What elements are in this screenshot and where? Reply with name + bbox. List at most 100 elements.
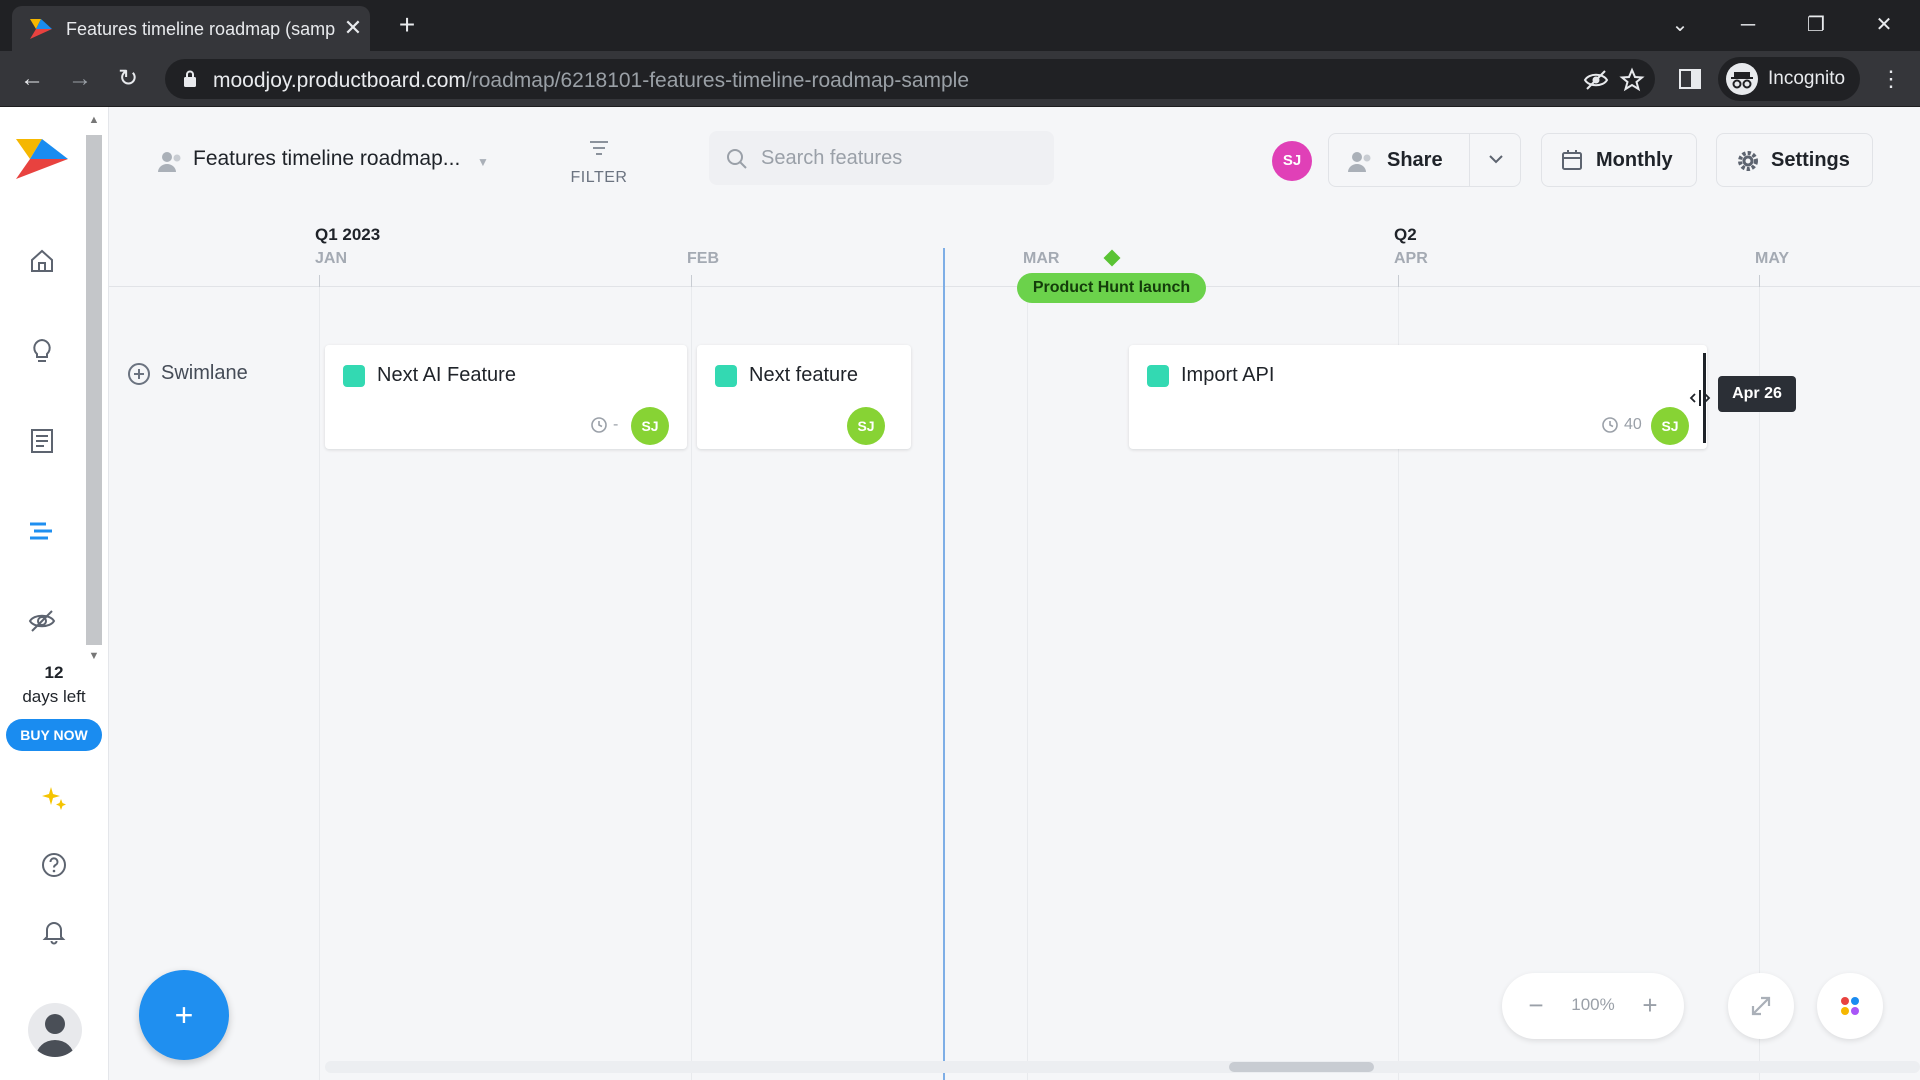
month-tick [1759, 275, 1760, 287]
horizontal-scrollbar[interactable] [325, 1061, 1920, 1073]
sidebar-scroll-thumb[interactable] [86, 135, 102, 645]
clock-icon [591, 417, 607, 433]
sidebar-scrollbar[interactable]: ▲ ▼ [84, 113, 104, 665]
horizontal-scroll-thumb[interactable] [1229, 1062, 1374, 1072]
fullscreen-button[interactable] [1728, 973, 1794, 1039]
status-dot [715, 365, 737, 387]
month-tick [1398, 275, 1399, 287]
search-icon [727, 149, 747, 169]
settings-button[interactable]: Settings [1716, 133, 1873, 187]
feature-title: Next AI Feature [377, 364, 516, 386]
month-label: APR [1394, 250, 1428, 267]
zoom-out-button[interactable]: − [1518, 987, 1554, 1023]
month-label: FEB [687, 250, 719, 267]
plus-circle-icon [128, 363, 150, 385]
zoom-in-button[interactable]: + [1632, 987, 1668, 1023]
gear-icon [1738, 151, 1758, 171]
lightbulb-icon[interactable] [26, 335, 58, 367]
browser-tab[interactable]: Features timeline roadmap (sample) ✕ [12, 6, 370, 51]
feature-card[interactable]: Import API 40 SJ [1129, 345, 1707, 449]
side-panel-icon[interactable] [1678, 67, 1702, 91]
milestone-label[interactable]: Product Hunt launch [1017, 273, 1206, 303]
app-sidebar: ▲ ▼ 12 days left BUY NOW [0, 107, 109, 1080]
filter-button[interactable]: FILTER [559, 133, 639, 193]
forward-icon[interactable]: → [64, 63, 96, 95]
tab-search-icon[interactable]: ⌄ [1660, 8, 1700, 42]
new-tab-icon[interactable]: + [392, 10, 422, 40]
timeline-area: Q1 2023 Q2 JAN FEB MAR APR MAY Product H… [109, 215, 1920, 1080]
roadmap-header: Features timeline roadmap... ▼ FILTER SJ… [109, 107, 1920, 215]
browser-tab-bar: Features timeline roadmap (sample) ✕ + ⌄… [0, 0, 1920, 51]
status-dot [1147, 365, 1169, 387]
quarter-label: Q2 [1394, 225, 1417, 244]
scroll-down-icon[interactable]: ▼ [84, 649, 104, 663]
help-icon[interactable] [38, 849, 70, 881]
back-icon[interactable]: ← [16, 63, 48, 95]
hidden-icon[interactable] [26, 605, 58, 637]
add-swimlane-button[interactable]: Swimlane [127, 359, 277, 389]
chevron-down-icon[interactable] [1483, 146, 1509, 172]
restore-icon[interactable]: ❐ [1796, 8, 1836, 42]
incognito-profile-button[interactable]: Incognito [1718, 57, 1860, 101]
assignee-avatar[interactable]: SJ [847, 407, 885, 445]
grid-line [319, 287, 320, 1080]
trial-days-count: 12 [44, 663, 64, 682]
filter-label: FILTER [570, 169, 628, 186]
effort-value: 40 [1624, 416, 1642, 433]
feature-card[interactable]: Next AI Feature - SJ [325, 345, 687, 449]
chevron-down-icon[interactable]: ▼ [477, 155, 489, 169]
status-dot [343, 365, 365, 387]
month-label: JAN [315, 250, 348, 267]
lock-icon [184, 70, 196, 87]
feature-card[interactable]: Next feature SJ [697, 345, 911, 449]
close-window-icon[interactable]: ✕ [1864, 8, 1904, 42]
add-feature-button[interactable]: + [139, 970, 229, 1060]
grid-line [691, 287, 692, 1080]
timeline-header: Q1 2023 Q2 JAN FEB MAR APR MAY [109, 215, 1920, 287]
month-label: MAY [1755, 250, 1790, 267]
minimize-icon[interactable]: ─ [1728, 8, 1768, 42]
url-text: moodjoy.productboard.com/roadmap/6218101… [213, 69, 970, 92]
resize-cursor-icon [1689, 390, 1711, 406]
share-button[interactable]: Share [1328, 133, 1521, 187]
user-avatar-icon[interactable] [28, 1003, 82, 1057]
apps-button[interactable] [1817, 973, 1883, 1039]
buy-now-button[interactable]: BUY NOW [6, 719, 102, 751]
browser-toolbar: ← → ↻ moodjoy.productboard.com/roadmap/6… [0, 51, 1920, 107]
settings-label: Settings [1771, 149, 1850, 171]
today-marker-line [943, 248, 945, 1080]
star-icon[interactable] [1619, 67, 1645, 93]
roadmap-icon[interactable] [26, 515, 58, 547]
apps-grid-icon [1841, 997, 1859, 1015]
quarter-label: Q1 2023 [315, 225, 381, 244]
month-tick [319, 275, 320, 287]
user-badge[interactable]: SJ [1272, 141, 1312, 181]
assignee-avatar[interactable]: SJ [1651, 407, 1689, 445]
eye-off-icon[interactable] [1583, 67, 1609, 93]
feature-title: Import API [1181, 364, 1275, 386]
zoom-control: − 100% + [1502, 973, 1684, 1039]
reload-icon[interactable]: ↻ [112, 63, 144, 95]
productboard-logo-icon[interactable] [14, 137, 70, 181]
zoom-value: 100% [1571, 995, 1615, 1014]
search-box[interactable] [709, 131, 1054, 185]
assignee-avatar[interactable]: SJ [631, 407, 669, 445]
bell-icon[interactable] [38, 915, 70, 947]
swimlane-label: Swimlane [161, 362, 248, 384]
browser-menu-icon[interactable]: ⋮ [1880, 63, 1902, 95]
shared-roadmap-icon [158, 152, 181, 172]
scroll-up-icon[interactable]: ▲ [84, 113, 104, 127]
notes-icon[interactable] [26, 425, 58, 457]
share-label: Share [1387, 149, 1443, 171]
clock-icon [1602, 417, 1618, 433]
search-input[interactable] [761, 131, 1041, 185]
roadmap-title[interactable]: Features timeline roadmap... [193, 147, 460, 171]
address-bar[interactable]: moodjoy.productboard.com/roadmap/6218101… [165, 59, 1655, 99]
home-icon[interactable] [26, 245, 58, 277]
sparkle-icon[interactable] [38, 783, 70, 815]
monthly-view-button[interactable]: Monthly [1541, 133, 1697, 187]
trial-days-label: days left [22, 687, 86, 706]
close-tab-icon[interactable]: ✕ [340, 15, 366, 41]
effort-value: - [613, 416, 619, 433]
productboard-favicon-icon [30, 19, 52, 39]
